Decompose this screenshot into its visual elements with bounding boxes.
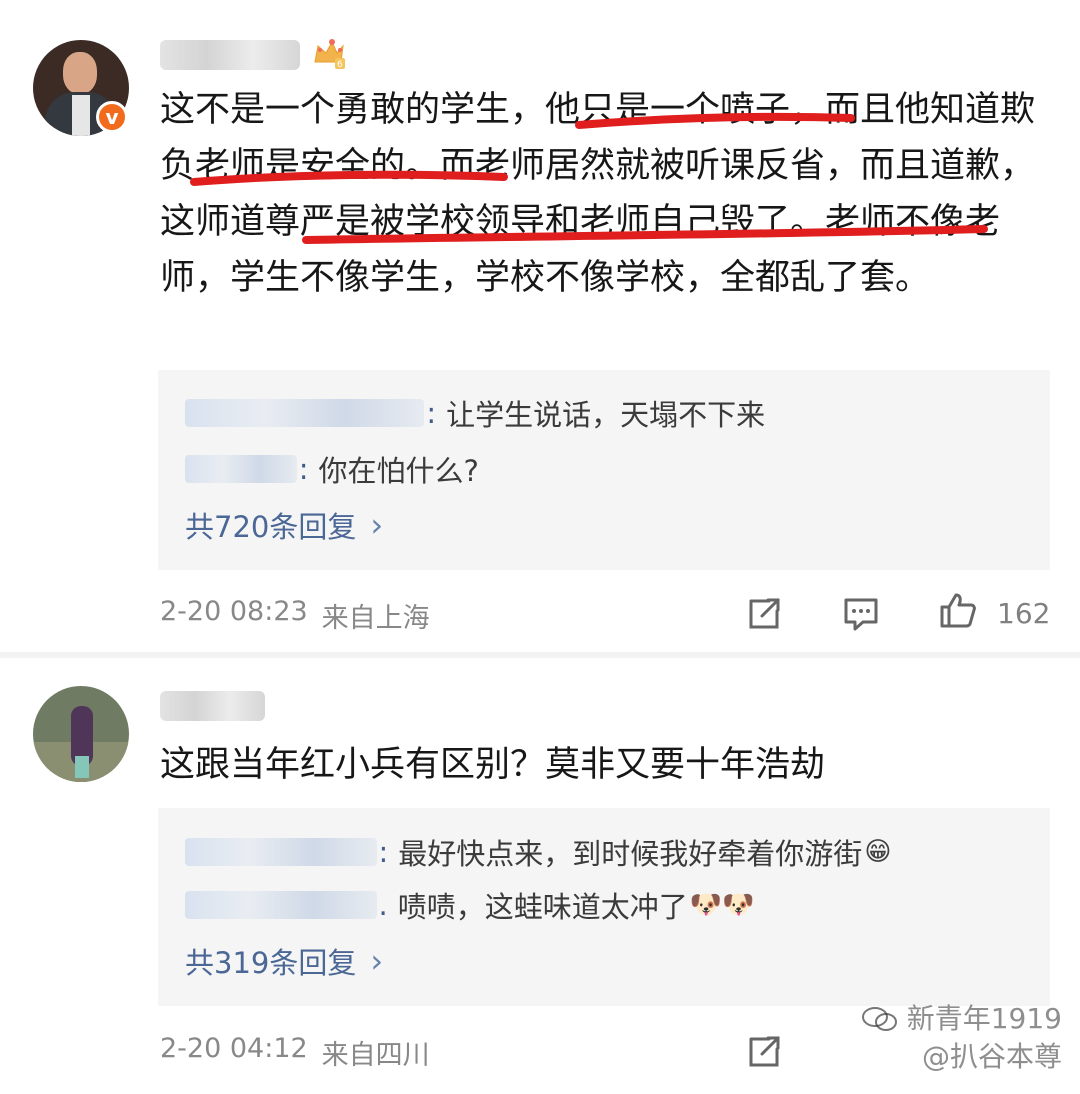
like-count: 162 [997, 597, 1051, 630]
crown-icon: 6 [314, 39, 345, 70]
watermark: 新青年1919 @扒谷本尊 [861, 1000, 1062, 1076]
share-icon [749, 1036, 780, 1067]
reply-text: 你在怕什么? [318, 454, 479, 488]
reply-colon: : [378, 835, 389, 869]
timestamp: 2-20 04:12 [160, 1033, 308, 1064]
reply-text: 让学生说话，天塌不下来 [446, 398, 766, 432]
share-button[interactable] [745, 593, 785, 633]
doge-emoji-icon: 🐶🐶 [689, 890, 755, 920]
verified-badge-icon: v [96, 101, 128, 133]
reply-username[interactable]: ▮▮▮▮▮▮▮▮▮▮▮▮ [185, 891, 377, 919]
watermark-handle: @扒谷本尊 [921, 1040, 1062, 1073]
svg-text:6: 6 [337, 60, 343, 70]
reply-colon: : [298, 452, 309, 486]
comment-icon [844, 598, 878, 631]
location: 来自上海 [321, 603, 430, 634]
thumbs-up-icon [940, 593, 976, 628]
reply-box: ▮▮▮▮▮▮▮▮▮▮▮▮▮▮▮ : 让学生说话，天塌不下来 ▮▮▮▮▮▮▮ : … [158, 370, 1050, 570]
replies-count: 共720条回复 [185, 510, 357, 544]
watermark-account: 新青年1919 [906, 1002, 1062, 1035]
timestamp: 2-20 08:23 [160, 596, 308, 627]
share-button[interactable] [745, 1031, 785, 1071]
comment-card: v ▮▮▮▮▮▮▮▮▮ 6 这不是一个勇敢的学生，他只是一个喷子，而且他知道欺负… [0, 0, 1080, 655]
comment-text: 这不是一个勇敢的学生，他只是一个喷子，而且他知道欺负老师是安全的。而老师居然就被… [160, 90, 1036, 298]
reply-colon: . [378, 888, 388, 922]
watermark-line: 新青年1919 [861, 1000, 1062, 1038]
reply-username[interactable]: ▮▮▮▮▮▮▮ [185, 455, 297, 483]
avatar[interactable] [33, 686, 129, 782]
reply-item[interactable]: ▮▮▮▮▮▮▮▮▮▮▮▮▮▮▮ : 让学生说话，天塌不下来 [185, 393, 765, 433]
wechat-icon [861, 1007, 897, 1031]
view-replies-link[interactable]: 共319条回复 › [185, 940, 383, 982]
reply-username[interactable]: ▮▮▮▮▮▮▮▮▮▮▮▮ [185, 838, 377, 866]
comment-meta: 2-20 04:12 来自四川 [160, 1033, 430, 1072]
username[interactable]: ▮▮▮▮▮▮ [160, 691, 265, 721]
reply-item[interactable]: ▮▮▮▮▮▮▮▮▮▮▮▮ : 最好快点来，到时候我好牵着你游街 😁 [185, 832, 891, 872]
comment-button[interactable] [841, 593, 881, 633]
reply-text: 啧啧，这蛙味道太冲了 [397, 890, 688, 924]
reply-box: ▮▮▮▮▮▮▮▮▮▮▮▮ : 最好快点来，到时候我好牵着你游街 😁 ▮▮▮▮▮▮… [158, 808, 1050, 1006]
username[interactable]: ▮▮▮▮▮▮▮▮▮ [160, 40, 300, 70]
view-replies-link[interactable]: 共720条回复 › [185, 504, 383, 546]
like-button[interactable] [937, 590, 977, 630]
replies-count: 共319条回复 [185, 946, 357, 980]
reply-item[interactable]: ▮▮▮▮▮▮▮ : 你在怕什么? [185, 449, 479, 489]
reply-colon: : [426, 396, 437, 430]
reply-username[interactable]: ▮▮▮▮▮▮▮▮▮▮▮▮▮▮▮ [185, 399, 425, 427]
location: 来自四川 [321, 1040, 430, 1071]
reply-text: 最好快点来，到时候我好牵着你游街 [398, 837, 863, 871]
reply-item[interactable]: ▮▮▮▮▮▮▮▮▮▮▮▮ . 啧啧，这蛙味道太冲了 🐶🐶 [185, 885, 755, 925]
grin-emoji-icon: 😁 [864, 837, 892, 867]
comment-text: 这跟当年红小兵有区别？莫非又要十年浩劫 [160, 745, 826, 785]
chevron-right-icon: › [370, 942, 384, 980]
comment-meta: 2-20 08:23 来自上海 [160, 596, 430, 635]
share-icon [749, 598, 780, 629]
chevron-right-icon: › [370, 506, 384, 544]
